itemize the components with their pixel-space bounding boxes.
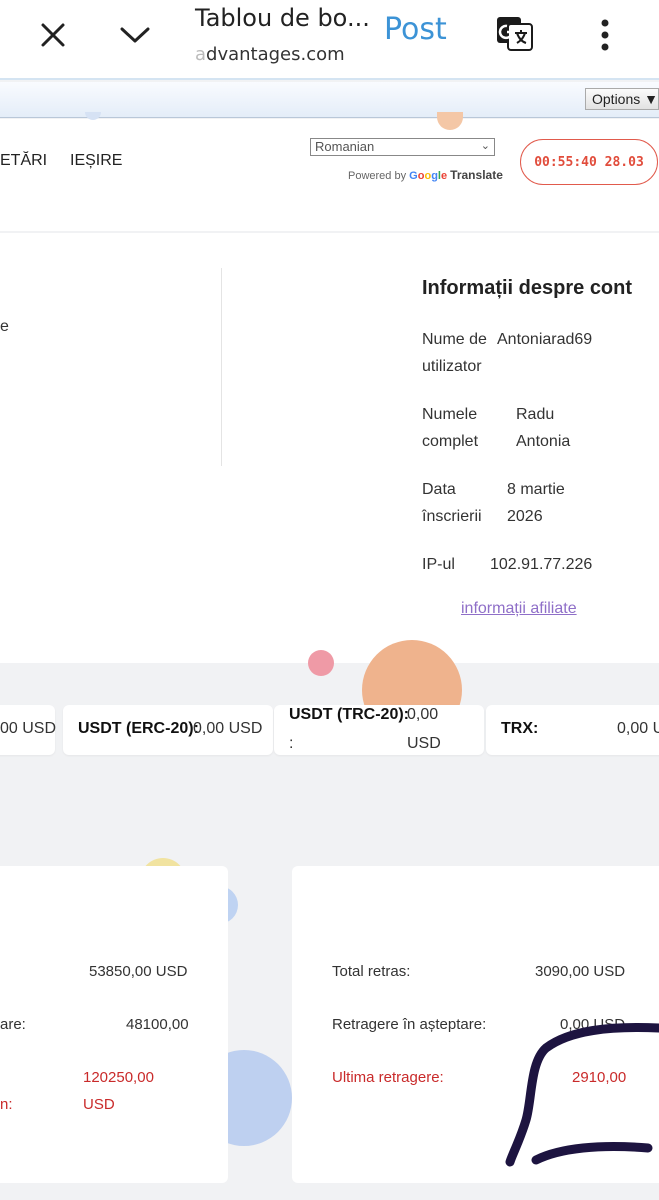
deposits-total-value: 53850,00 USD <box>89 963 188 980</box>
deposits-pending-label: are: <box>0 1016 26 1033</box>
balance-label: USDT (TRC-20): <box>289 706 409 723</box>
powered-by-google-translate: Powered by Google Translate <box>348 168 503 182</box>
fullname-label: Numele complet <box>422 406 479 450</box>
signup-date-value: 8 martie 2026 <box>507 481 565 525</box>
balance-value: 00 USD <box>0 720 57 737</box>
username-value: Antoniarad69 <box>497 331 593 348</box>
account-info-title: Informații despre cont <box>422 277 633 299</box>
fullname-value: Radu Antonia <box>516 406 571 450</box>
deposits-last-unit: USD <box>83 1096 115 1113</box>
url-domain: dvantages.com <box>206 44 345 65</box>
url-faded-prefix: a <box>195 44 207 65</box>
countdown-timer: 00:55:40 28.03 <box>520 139 658 185</box>
chevron-down-icon[interactable] <box>112 12 158 58</box>
balance-value: 0,00 <box>407 706 439 723</box>
google-translate-icon[interactable] <box>492 10 538 56</box>
balance-item: 00 USD <box>0 705 57 755</box>
translate-options-button[interactable]: Options ▼ <box>585 88 659 110</box>
decor-circle <box>308 650 334 676</box>
post-button[interactable]: Post <box>384 12 447 47</box>
balance-value-unit: USD <box>407 735 441 752</box>
language-select-value: Romanian <box>315 139 375 154</box>
divider <box>221 268 222 466</box>
translate-link[interactable]: Translate <box>450 168 503 182</box>
scribble-annotation <box>505 1023 659 1167</box>
balance-label: TRX: <box>501 720 539 737</box>
balance-item: USDT (ERC-20): 0,00 USD <box>63 705 273 755</box>
last-withdrawal-label: Ultima retragere: <box>332 1069 444 1086</box>
close-icon[interactable] <box>30 12 76 58</box>
balance-value: 0,00 USD <box>193 720 263 737</box>
deposits-last-label: n: <box>0 1096 13 1113</box>
username-label: Nume de utilizator <box>422 331 487 375</box>
powered-by-text: Powered by <box>348 170 407 182</box>
balance-label: USDT (ERC-20): <box>78 720 199 737</box>
balance-label-suffix: : <box>289 735 294 752</box>
affiliate-info-link[interactable]: informații afiliate <box>461 600 577 618</box>
balance-item: TRX: 0,00 U <box>486 705 659 755</box>
total-withdrawn-value: 3090,00 USD <box>535 963 626 980</box>
left-panel-text: e <box>0 318 9 335</box>
chevron-down-icon: ⌄ <box>480 140 490 152</box>
language-select[interactable]: Romanian ⌄ <box>310 138 495 156</box>
page-title: Tablou de bo... <box>195 4 370 32</box>
deposits-last-value: 120250,00 <box>83 1069 154 1086</box>
pending-withdrawal-label: Retragere în așteptare: <box>332 1016 487 1033</box>
page-url: advantages.com <box>195 44 345 65</box>
google-logo: Google <box>409 170 448 182</box>
deposits-pending-value: 48100,00 <box>126 1016 189 1033</box>
ip-label: IP-ul <box>422 556 455 573</box>
signup-date-label: Data înscrierii <box>422 481 482 525</box>
nav-item-settings[interactable]: ETĂRI <box>0 152 47 170</box>
total-withdrawn-label: Total retras: <box>332 963 411 980</box>
more-vertical-icon[interactable] <box>586 12 624 58</box>
deposits-card <box>0 866 228 1183</box>
ip-value: 102.91.77.226 <box>490 556 593 573</box>
balance-item: USDT (TRC-20): : 0,00 USD <box>274 705 484 755</box>
balance-value: 0,00 U <box>617 720 659 737</box>
nav-item-logout[interactable]: IEȘIRE <box>70 152 122 170</box>
